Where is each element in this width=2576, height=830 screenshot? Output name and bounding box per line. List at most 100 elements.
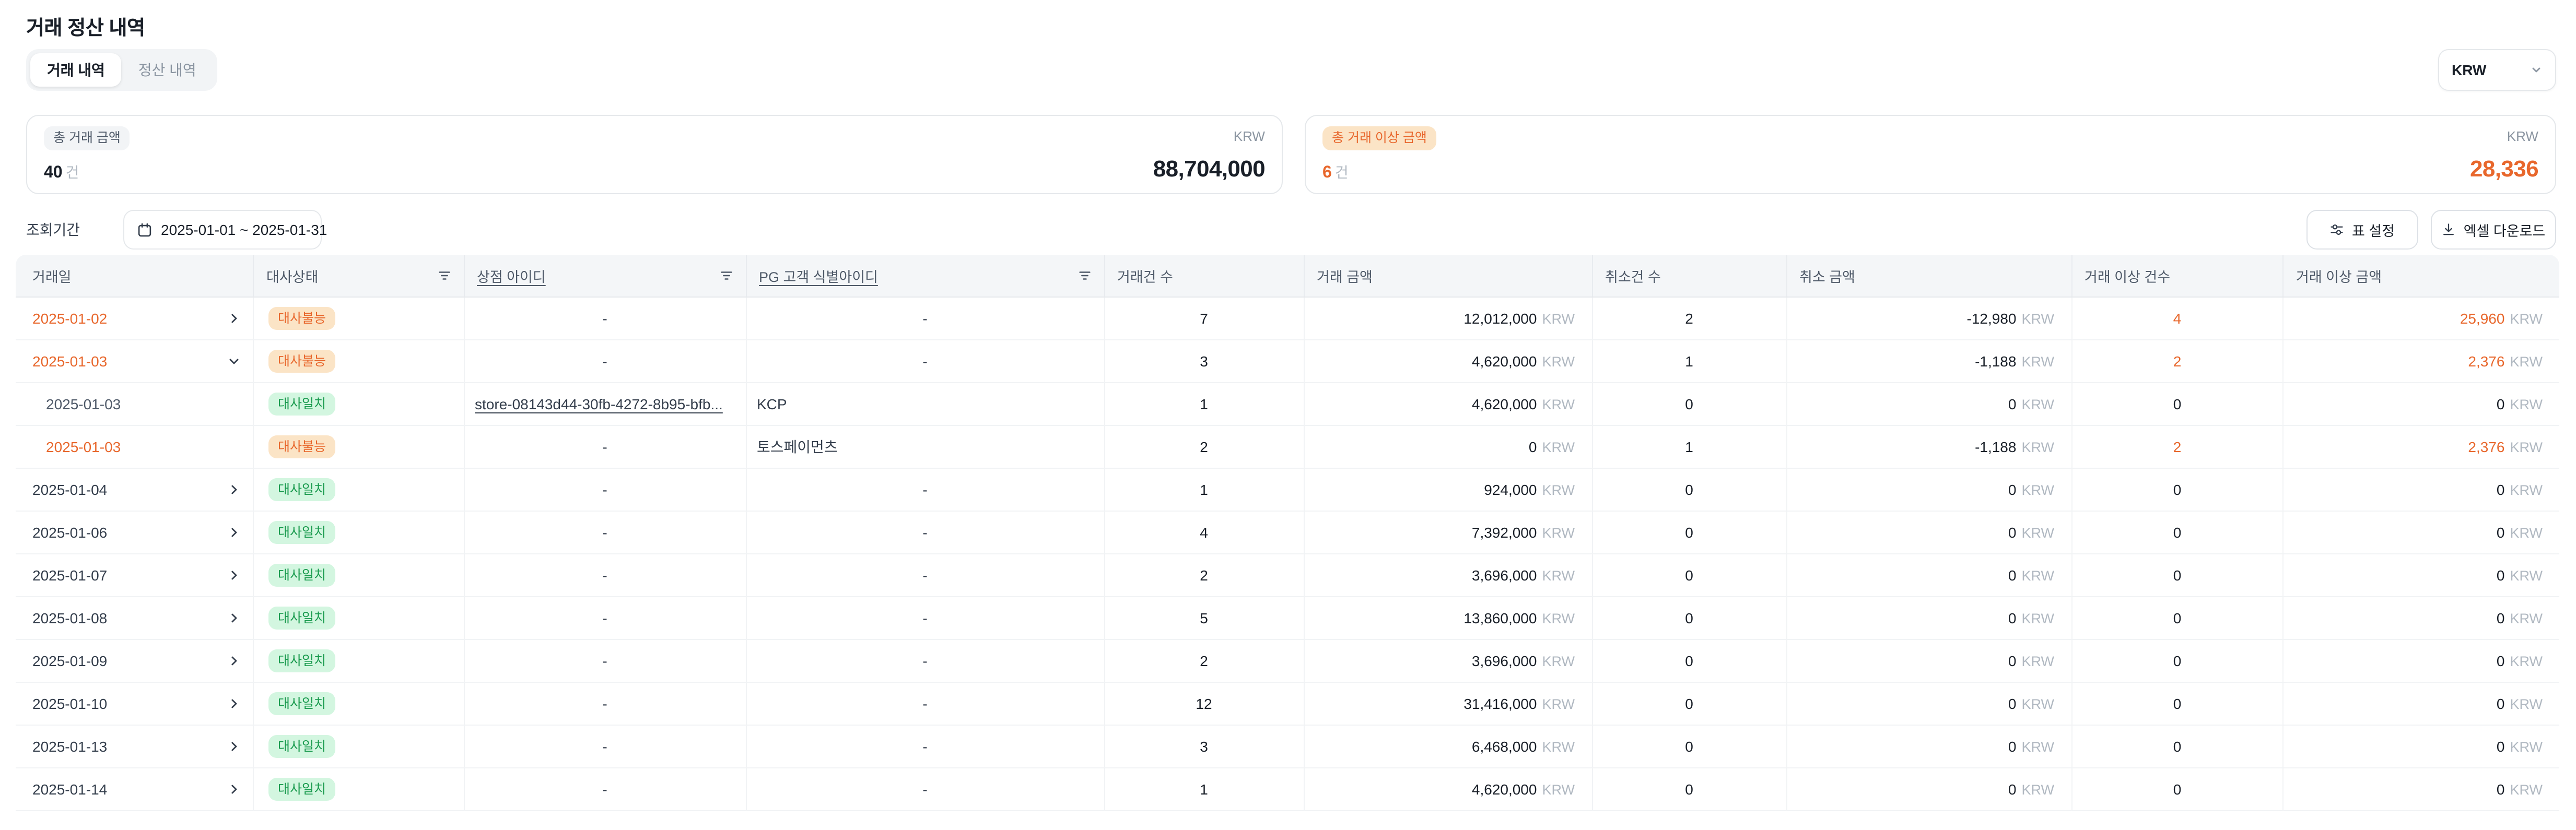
table-row[interactable]: 2025-01-03 대사불능 - - 3 4,620,000KRW 1 -1,… [16,340,2559,383]
transaction-date: 2025-01-10 [32,695,107,712]
filter-lines-icon[interactable] [437,269,451,282]
table-row[interactable]: 2025-01-07 대사일치 - - 2 3,696,000KRW 0 0KR… [16,554,2559,597]
table-subrow[interactable]: 2025-01-03 대사일치 store-08143d44-30fb-4272… [16,383,2559,426]
cell-tx-count: 2 [1105,640,1304,682]
chevron-right-icon[interactable] [228,740,240,753]
cell-anomaly-amount: 0KRW [2284,512,2559,553]
table-row[interactable]: 2025-01-06 대사일치 - - 4 7,392,000KRW 0 0KR… [16,512,2559,554]
column-header-4: 거래건 수 [1105,255,1304,297]
table-row[interactable]: 2025-01-10 대사일치 - - 12 31,416,000KRW 0 0… [16,683,2559,726]
filter-lines-icon[interactable] [719,269,733,282]
table-row[interactable]: 2025-01-13 대사일치 - - 3 6,468,000KRW 0 0KR… [16,726,2559,768]
cell-cancel-amount: -1,188KRW [1787,340,2072,382]
cell-date: 2025-01-03 [16,426,254,468]
excel-download-button[interactable]: 엑셀 다운로드 [2431,210,2556,250]
currency-suffix: KRW [2021,439,2054,455]
chevron-right-icon[interactable] [228,783,240,796]
column-header-label: 거래 이상 건수 [2085,265,2170,286]
total-currency-label: KRW [1234,128,1265,144]
empty-dash: - [922,524,927,541]
empty-dash: - [602,438,607,455]
cell-cancel-amount: 0KRW [1787,383,2072,425]
cell-date: 2025-01-02 [16,298,254,339]
cell-anomaly-count: 0 [2072,554,2284,596]
empty-dash: - [602,310,607,327]
currency-suffix: KRW [2510,311,2543,326]
transaction-date: 2025-01-02 [32,310,107,327]
cell-tx-amount: 13,860,000KRW [1304,597,1593,639]
chevron-right-icon[interactable] [228,697,240,710]
cell-anomaly-amount: 25,960KRW [2284,298,2559,339]
currency-suffix: KRW [2021,653,2054,669]
table-row[interactable]: 2025-01-09 대사일치 - - 2 3,696,000KRW 0 0KR… [16,640,2559,683]
cell-tx-count: 2 [1105,426,1304,468]
store-id-link[interactable]: store-08143d44-30fb-4272-8b95-bfb... [464,396,723,412]
currency-suffix: KRW [2021,610,2054,626]
chevron-right-icon[interactable] [228,569,240,582]
currency-suffix: KRW [1542,482,1575,497]
currency-suffix: KRW [2510,610,2543,626]
cell-status: 대사일치 [254,469,464,511]
period-label: 조회기간 [26,210,80,250]
chevron-right-icon[interactable] [228,312,240,325]
cell-cancel-count: 2 [1593,298,1787,339]
table-row[interactable]: 2025-01-04 대사일치 - - 1 924,000KRW 0 0KRW … [16,469,2559,512]
chevron-right-icon[interactable] [228,526,240,539]
status-badge: 대사일치 [268,393,335,416]
tab-group: 거래 내역 정산 내역 [26,49,217,91]
cell-tx-amount: 31,416,000KRW [1304,683,1593,725]
currency-suffix: KRW [1542,439,1575,455]
status-badge: 대사일치 [268,607,335,630]
cell-date: 2025-01-09 [16,640,254,682]
tab-transaction-history[interactable]: 거래 내역 [30,53,122,87]
currency-suffix: KRW [2021,482,2054,497]
cell-tx-count: 3 [1105,726,1304,767]
column-header-label: 대사상태 [266,265,318,286]
table-row[interactable]: 2025-01-08 대사일치 - - 5 13,860,000KRW 0 0K… [16,597,2559,640]
table-row[interactable]: 2025-01-02 대사불능 - - 7 12,012,000KRW 2 -1… [16,298,2559,340]
currency-suffix: KRW [2510,739,2543,754]
chevron-down-icon[interactable] [228,355,240,367]
chevron-right-icon[interactable] [228,612,240,624]
cell-date: 2025-01-13 [16,726,254,767]
cell-anomaly-amount: 0KRW [2284,726,2559,767]
currency-suffix: KRW [2021,696,2054,712]
filter-lines-icon[interactable] [1078,269,1091,282]
cell-anomaly-count: 0 [2072,469,2284,511]
sliders-icon [2330,222,2345,237]
empty-dash: - [602,524,607,541]
cell-tx-count: 4 [1105,512,1304,553]
cell-cancel-amount: 0KRW [1787,683,2072,725]
cell-date: 2025-01-03 [16,340,254,382]
cell-status: 대사불능 [254,426,464,468]
empty-dash: - [602,567,607,584]
cell-anomaly-count: 4 [2072,298,2284,339]
anomaly-count: 6건 [1322,162,1349,183]
date-range-picker[interactable]: 2025-01-01 ~ 2025-01-31 [123,210,322,250]
settlement-table: 거래일 대사상태 상점 아이디 PG 고객 식별아이디 거래건 수 거래 금액 … [16,255,2559,811]
cell-pg-id: - [746,512,1105,553]
empty-dash: - [922,738,927,755]
anomaly-transaction-card: 총 거래 이상 금액 6건 KRW 28,336 [1305,115,2556,194]
cell-tx-amount: 12,012,000KRW [1304,298,1593,339]
chevron-right-icon[interactable] [228,483,240,496]
transaction-date: 2025-01-03 [46,438,121,455]
cell-cancel-count: 1 [1593,340,1787,382]
tab-settlement-history[interactable]: 정산 내역 [122,53,213,87]
cell-anomaly-count: 0 [2072,597,2284,639]
cell-date: 2025-01-10 [16,683,254,725]
currency-dropdown[interactable]: KRW [2438,49,2556,91]
cell-store-id: - [464,726,746,767]
table-row[interactable]: 2025-01-14 대사일치 - - 1 4,620,000KRW 0 0KR… [16,768,2559,811]
cell-pg-id: - [746,768,1105,810]
cell-store-id: - [464,768,746,810]
table-subrow[interactable]: 2025-01-03 대사불능 - 토스페이먼츠 2 0KRW 1 -1,188… [16,426,2559,469]
table-settings-label: 표 설정 [2352,219,2395,240]
table-settings-button[interactable]: 표 설정 [2306,210,2418,250]
status-badge: 대사일치 [268,692,335,716]
cell-cancel-amount: 0KRW [1787,726,2072,767]
status-badge: 대사일치 [268,564,335,587]
total-amount-badge: 총 거래 금액 [44,126,130,150]
cell-tx-amount: 924,000KRW [1304,469,1593,511]
chevron-right-icon[interactable] [228,655,240,667]
